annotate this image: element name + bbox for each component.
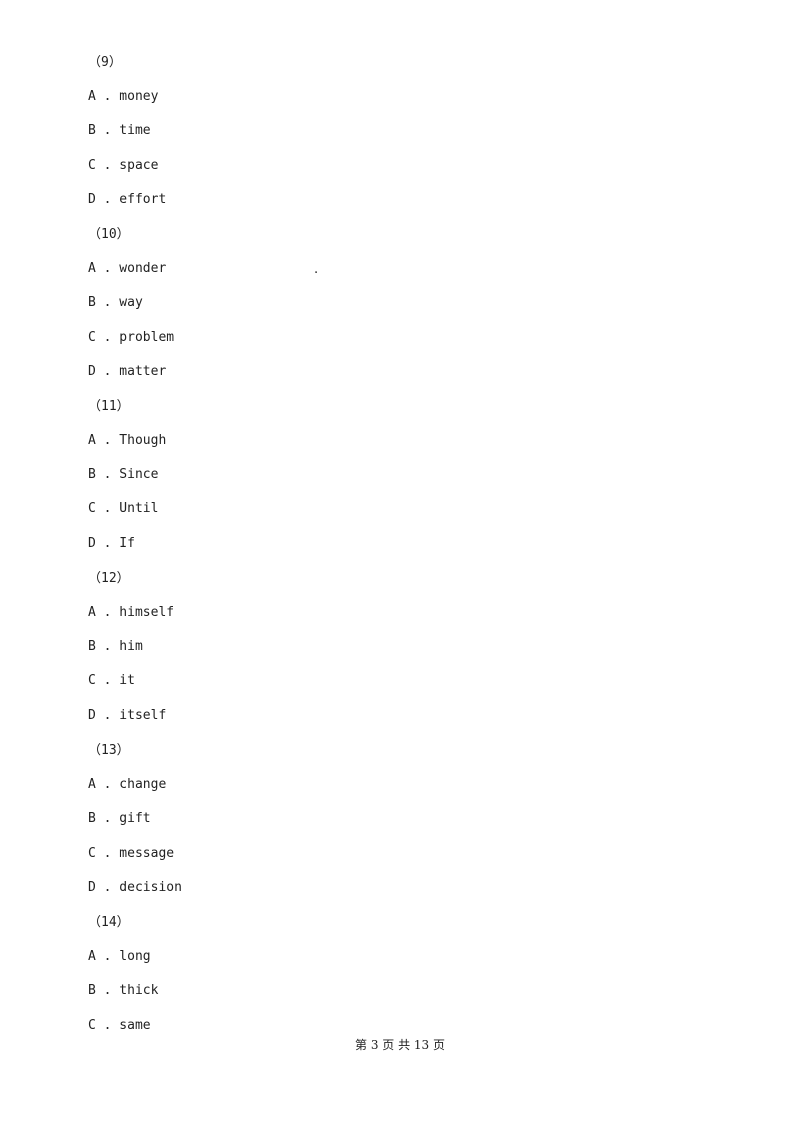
option: A . money	[88, 89, 159, 104]
option: D . If	[88, 536, 135, 551]
question-11-number: （11）	[88, 399, 130, 414]
option: D . decision	[88, 880, 182, 895]
question-9-number: （9）	[88, 55, 122, 70]
page-footer: 第 3 页 共 13 页	[355, 1038, 445, 1052]
option: C . problem	[88, 330, 175, 345]
option: A . long	[88, 949, 151, 964]
option: C . same	[88, 1018, 151, 1033]
option: B . him	[88, 639, 143, 654]
option: D . effort	[88, 192, 167, 207]
option: C . it	[88, 673, 135, 688]
question-14-number: （14）	[88, 915, 130, 930]
option: C . Until	[88, 501, 159, 516]
question-10-number: （10）	[88, 227, 130, 242]
option: A . wonder	[88, 261, 167, 276]
option: B . time	[88, 123, 151, 138]
option: D . itself	[88, 708, 167, 723]
option: B . Since	[88, 467, 159, 482]
option: B . thick	[88, 983, 159, 998]
question-13-number: （13）	[88, 743, 130, 758]
option: A . himself	[88, 605, 175, 620]
option: A . Though	[88, 433, 167, 448]
option: A . change	[88, 777, 167, 792]
option: B . gift	[88, 811, 151, 826]
option: D . matter	[88, 364, 167, 379]
option: C . message	[88, 846, 175, 861]
option: C . space	[88, 158, 159, 173]
option: B . way	[88, 295, 143, 310]
question-12-number: （12）	[88, 571, 130, 586]
stray-mark: .	[314, 262, 319, 277]
